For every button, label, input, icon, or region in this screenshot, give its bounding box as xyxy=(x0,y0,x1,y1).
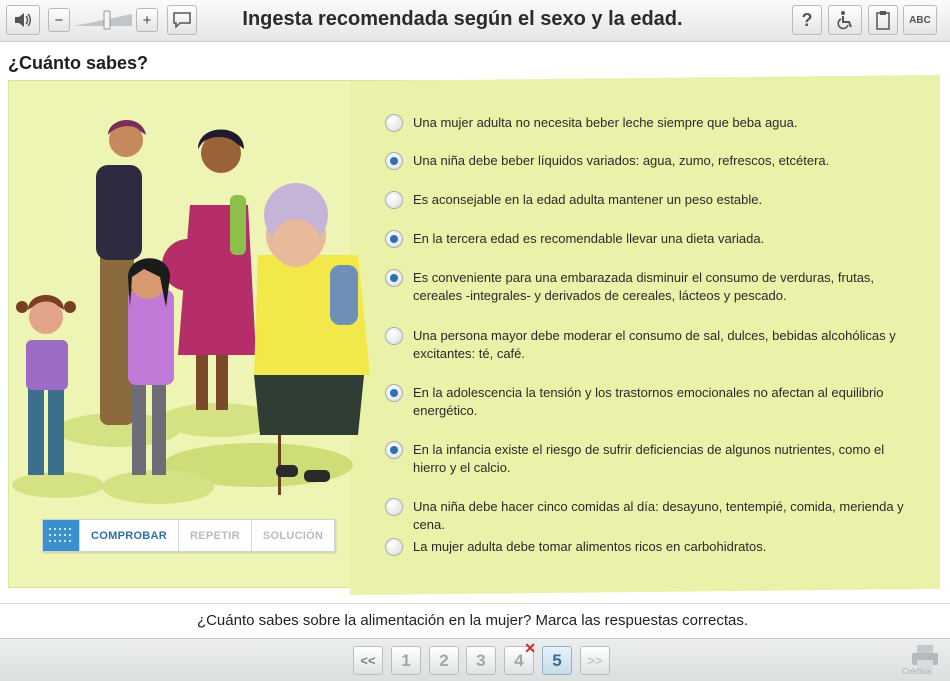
clipboard-button[interactable] xyxy=(868,5,898,35)
family-illustration xyxy=(12,119,370,504)
option-item[interactable]: Una mujer adulta no necesita beber leche… xyxy=(385,114,905,132)
option-label: Una niña debe beber líquidos variados: a… xyxy=(413,153,830,168)
option-item[interactable]: Es conveniente para una embarazada dismi… xyxy=(385,269,905,305)
option-label: Es conveniente para una embarazada dismi… xyxy=(413,270,875,303)
option-radio-8[interactable] xyxy=(385,441,403,459)
page-label: 4 xyxy=(514,650,524,670)
option-radio-2[interactable] xyxy=(385,152,403,170)
action-bar: COMPROBAR REPETIR SOLUCIÓN xyxy=(42,519,336,552)
divider xyxy=(0,603,950,604)
option-radio-1[interactable] xyxy=(385,114,403,132)
option-label: Una mujer adulta no necesita beber leche… xyxy=(413,115,798,130)
solution-button[interactable]: SOLUCIÓN xyxy=(250,520,334,551)
incorrect-icon: ✕ xyxy=(524,640,536,656)
option-item[interactable]: En la tercera edad es recomendable lleva… xyxy=(385,230,905,248)
option-item[interactable]: Es aconsejable en la edad adulta mantene… xyxy=(385,191,905,209)
page-button-5[interactable]: 5 xyxy=(542,646,572,675)
next-button[interactable]: >> xyxy=(580,646,610,675)
option-item[interactable]: En la infancia existe el riesgo de sufri… xyxy=(385,441,905,477)
wheelchair-icon xyxy=(837,11,852,30)
option-label: En la infancia existe el riesgo de sufri… xyxy=(413,442,885,475)
option-item[interactable]: Una niña debe hacer cinco comidas al día… xyxy=(385,498,905,534)
help-button[interactable]: ? xyxy=(792,5,822,35)
option-radio-7[interactable] xyxy=(385,384,403,402)
option-radio-9[interactable] xyxy=(385,498,403,516)
previous-button[interactable]: << xyxy=(353,646,383,675)
option-label: Es aconsejable en la edad adulta mantene… xyxy=(413,192,763,207)
option-radio-4[interactable] xyxy=(385,230,403,248)
option-label: La mujer adulta debe tomar alimentos ric… xyxy=(413,539,767,554)
page-button-3[interactable]: 3 xyxy=(466,646,496,675)
option-label: En la tercera edad es recomendable lleva… xyxy=(413,231,765,246)
instruction-text: ¿Cuánto sabes sobre la alimentación en l… xyxy=(196,612,749,629)
option-item[interactable]: En la adolescencia la tensión y los tras… xyxy=(385,384,905,420)
clipboard-icon xyxy=(876,11,890,30)
page-title: Ingesta recomendada según el sexo y la e… xyxy=(242,8,683,30)
option-item[interactable]: Una persona mayor debe moderar el consum… xyxy=(385,327,905,363)
check-button[interactable]: COMPROBAR xyxy=(79,520,178,551)
option-label: Una niña debe hacer cinco comidas al día… xyxy=(413,499,904,532)
glossary-button[interactable]: ABC xyxy=(903,5,937,35)
option-label: Una persona mayor debe moderar el consum… xyxy=(413,328,896,361)
option-item[interactable]: La mujer adulta debe tomar alimentos ric… xyxy=(385,538,905,556)
option-item[interactable]: Una niña debe beber líquidos variados: a… xyxy=(385,152,905,170)
bottom-navigation: << 1 2 3 4 ✕ 5 >> xyxy=(0,638,950,681)
option-radio-3[interactable] xyxy=(385,191,403,209)
option-radio-10[interactable] xyxy=(385,538,403,556)
page-button-4[interactable]: 4 ✕ xyxy=(504,640,536,675)
option-radio-6[interactable] xyxy=(385,327,403,345)
section-title: ¿Cuánto sabes? xyxy=(8,53,149,73)
option-radio-5[interactable] xyxy=(385,269,403,287)
credits-link[interactable]: Créditos xyxy=(902,667,932,676)
accessibility-button[interactable] xyxy=(828,5,862,35)
page-button-2[interactable]: 2 xyxy=(429,646,459,675)
option-label: En la adolescencia la tensión y los tras… xyxy=(413,385,884,418)
grid-icon xyxy=(43,520,79,551)
retry-button[interactable]: REPETIR xyxy=(178,520,251,551)
page-button-1[interactable]: 1 xyxy=(391,646,421,675)
top-toolbar: − + Ingesta recomendada según el sexo y … xyxy=(0,0,950,42)
